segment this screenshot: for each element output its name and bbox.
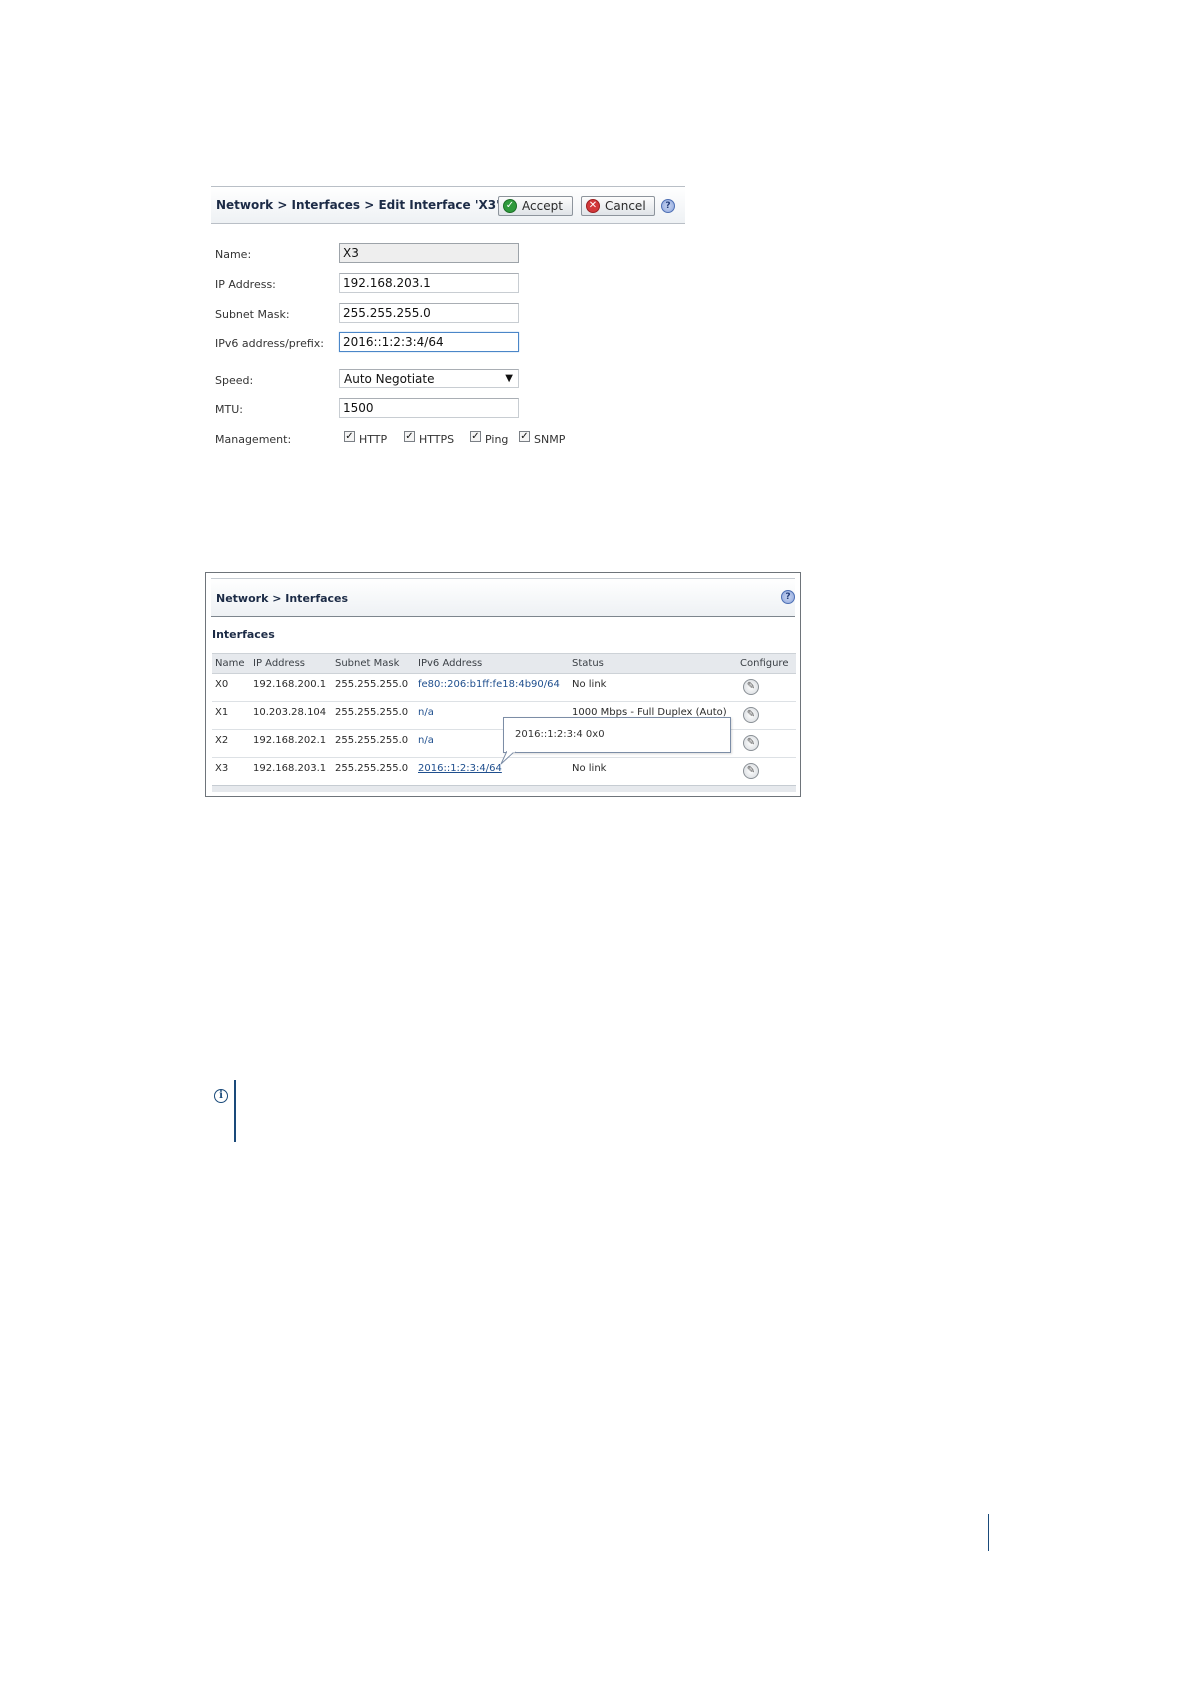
breadcrumb: Network > Interfaces (216, 592, 349, 605)
column-header-configure: Configure (740, 658, 789, 669)
column-header-ip-address[interactable]: IP Address (253, 658, 305, 669)
cell-ipv6-address[interactable]: n/a (418, 707, 434, 718)
subnet-mask-label: Subnet Mask: (215, 308, 290, 321)
name-label: Name: (215, 248, 252, 261)
cell-name: X0 (215, 679, 229, 690)
accept-button-label: Accept (522, 199, 563, 213)
name-field[interactable]: X3 (339, 243, 519, 263)
cell-name: X3 (215, 763, 229, 774)
help-icon[interactable]: ? (781, 590, 795, 604)
cancel-button-label: Cancel (605, 199, 646, 213)
cell-status: No link (572, 679, 607, 690)
speed-select[interactable]: Auto Negotiate ▼ (339, 369, 519, 388)
management-https-option[interactable]: ✓ HTTPS (404, 431, 455, 446)
column-header-ipv6-address[interactable]: IPv6 Address (418, 658, 482, 669)
pencil-icon[interactable]: ✎ (743, 763, 759, 779)
cell-subnet-mask: 255.255.255.0 (335, 679, 409, 690)
cell-ip-address: 10.203.28.104 (253, 707, 327, 718)
cell-ip-address: 192.168.203.1 (253, 763, 327, 774)
management-http-option[interactable]: ✓ HTTP (344, 431, 388, 446)
https-label: HTTPS (419, 433, 455, 446)
column-header-name[interactable]: Name (215, 658, 245, 669)
table-row: X0 192.168.200.1 255.255.255.0 fe80::206… (212, 673, 796, 702)
table-footer (212, 785, 796, 792)
mtu-field[interactable]: 1500 (339, 398, 519, 418)
cell-status: No link (572, 763, 607, 774)
column-header-status[interactable]: Status (572, 658, 604, 669)
management-label: Management: (215, 433, 292, 446)
ipv6-label: IPv6 address/prefix: (215, 337, 324, 350)
ipv6-field[interactable]: 2016::1:2:3:4/64 (339, 332, 519, 352)
cell-subnet-mask: 255.255.255.0 (335, 763, 409, 774)
snmp-label: SNMP (534, 433, 566, 446)
accept-button[interactable]: ✓ Accept (498, 196, 573, 216)
info-icon: i (214, 1089, 228, 1103)
pencil-icon[interactable]: ✎ (743, 679, 759, 695)
cell-name: X1 (215, 707, 229, 718)
cell-ip-address: 192.168.202.1 (253, 735, 327, 746)
speed-label: Speed: (215, 374, 254, 387)
edit-interface-header: Network > Interfaces > Edit Interface 'X… (211, 186, 685, 224)
note-divider (234, 1080, 236, 1142)
dropdown-arrow-icon: ▼ (505, 373, 513, 384)
snmp-checkbox[interactable]: ✓ (519, 431, 530, 442)
management-ping-option[interactable]: ✓ Ping (470, 431, 509, 446)
pencil-icon[interactable]: ✎ (743, 707, 759, 723)
edit-interface-panel: Network > Interfaces > Edit Interface 'X… (211, 186, 685, 456)
ip-address-field[interactable]: 192.168.203.1 (339, 273, 519, 293)
cancel-button[interactable]: ✕ Cancel (581, 196, 655, 216)
cell-ipv6-address[interactable]: n/a (418, 735, 434, 746)
section-title: Interfaces (212, 628, 275, 641)
interfaces-panel: Network > Interfaces ? Interfaces Name I… (205, 572, 801, 797)
table-header: Name IP Address Subnet Mask IPv6 Address… (212, 653, 796, 674)
http-label: HTTP (359, 433, 388, 446)
check-circle-icon: ✓ (503, 199, 517, 213)
https-checkbox[interactable]: ✓ (404, 431, 415, 442)
ping-label: Ping (485, 433, 509, 446)
management-snmp-option[interactable]: ✓ SNMP (519, 431, 566, 446)
breadcrumb: Network > Interfaces > Edit Interface 'X… (216, 198, 500, 212)
column-header-subnet-mask[interactable]: Subnet Mask (335, 658, 399, 669)
cell-subnet-mask: 255.255.255.0 (335, 707, 409, 718)
ip-address-label: IP Address: (215, 278, 276, 291)
speed-value: Auto Negotiate (344, 372, 435, 386)
x-circle-icon: ✕ (586, 199, 600, 213)
cell-subnet-mask: 255.255.255.0 (335, 735, 409, 746)
cell-ipv6-address[interactable]: 2016::1:2:3:4/64 (418, 763, 502, 774)
interfaces-header: Network > Interfaces ? (211, 578, 795, 617)
ipv6-tooltip: 2016::1:2:3:4 0x0 (503, 717, 731, 753)
cell-ipv6-address[interactable]: fe80::206:b1ff:fe18:4b90/64 (418, 679, 560, 690)
cell-ip-address: 192.168.200.1 (253, 679, 327, 690)
page-divider (988, 1514, 989, 1551)
http-checkbox[interactable]: ✓ (344, 431, 355, 442)
ping-checkbox[interactable]: ✓ (470, 431, 481, 442)
help-icon[interactable]: ? (661, 199, 675, 213)
cell-name: X2 (215, 735, 229, 746)
pencil-icon[interactable]: ✎ (743, 735, 759, 751)
mtu-label: MTU: (215, 403, 243, 416)
subnet-mask-field[interactable]: 255.255.255.0 (339, 303, 519, 323)
